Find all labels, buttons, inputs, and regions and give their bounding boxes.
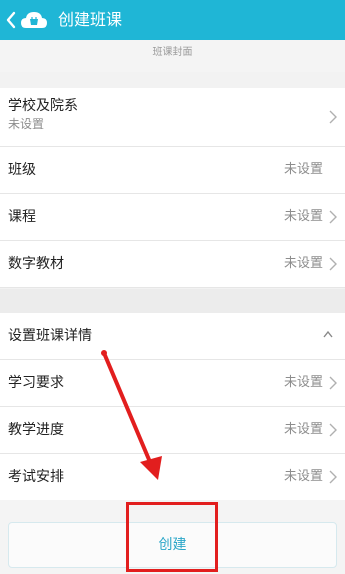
annotation-arrow <box>101 350 162 480</box>
annotation-highlight-box <box>126 502 218 572</box>
